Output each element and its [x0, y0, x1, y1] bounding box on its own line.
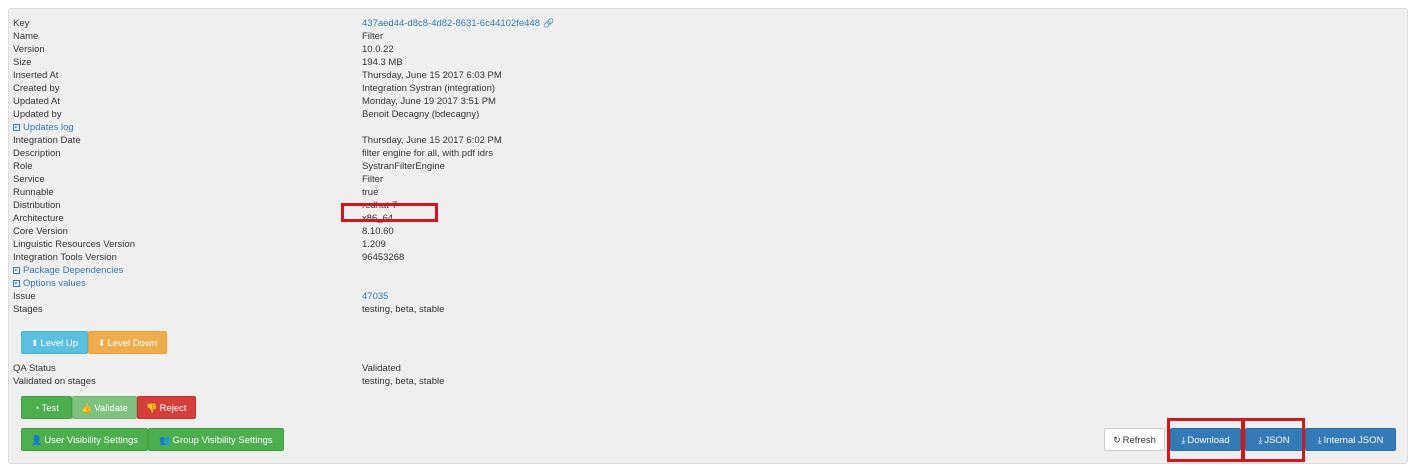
detail-label: Version [13, 44, 45, 55]
detail-label: Name [13, 31, 39, 42]
button-label: Download [1187, 435, 1230, 446]
arrow-down-icon: ⬇ [97, 338, 106, 348]
detail-label: Updated At [13, 96, 61, 107]
detail-label: Issue [13, 291, 36, 302]
internal-json-button[interactable]: ⤓ Internal JSON [1305, 428, 1396, 451]
detail-value: Validated [362, 363, 401, 374]
detail-label: Runnable [13, 187, 54, 198]
button-label: Refresh [1122, 435, 1156, 446]
detail-value: 10.0.22 [362, 44, 394, 55]
download-icon: ⤓ [1181, 435, 1186, 445]
detail-label: Size [13, 57, 32, 68]
detail-label: Key [13, 18, 30, 29]
detail-value: Filter [362, 31, 384, 42]
detail-value: filter engine for all, with pdf idrs [362, 148, 493, 159]
detail-value: Thursday, June 15 2017 6:03 PM [362, 70, 502, 81]
detail-value: redhat-7 [362, 200, 398, 211]
key-link[interactable]: 437aed44-d8c8-4d82-8631-6c44102fe448 🔗 [362, 17, 554, 30]
detail-label: Description [13, 148, 61, 159]
toggle-label[interactable]: Options values [23, 277, 86, 290]
detail-label: Validated on stages [13, 376, 96, 387]
test-button[interactable]: ◔ Test [21, 396, 72, 419]
detail-value: 8.10.60 [362, 226, 394, 237]
json-button[interactable]: ⤓ JSON [1245, 428, 1303, 451]
thumbs-up-icon: 👍 [81, 403, 93, 413]
button-label: User Visibility Settings [44, 435, 139, 446]
detail-label: Core Version [13, 226, 68, 237]
button-label: Test [41, 403, 59, 414]
detail-label: Linguistic Resources Version [13, 239, 135, 250]
issue-link[interactable]: 47035 [362, 290, 388, 303]
user-icon: 👤 [30, 435, 43, 445]
detail-value: 1.209 [362, 239, 386, 250]
detail-label: Stages [13, 304, 43, 315]
expand-icon[interactable] [13, 280, 20, 287]
detail-value: 96453268 [362, 252, 405, 263]
detail-label: Architecture [13, 213, 64, 224]
detail-value: Monday, June 19 2017 3:51 PM [362, 96, 496, 107]
link-icon[interactable]: 🔗 [543, 17, 554, 30]
detail-value: Filter [362, 174, 384, 185]
detail-label: Service [13, 174, 45, 185]
arrow-up-icon: ⬆ [30, 338, 39, 348]
package-details-panel [8, 8, 1408, 464]
detail-label: Distribution [13, 200, 61, 211]
download-icon: ⤓ [1258, 435, 1263, 445]
download-icon: ⤓ [1317, 435, 1322, 445]
user-visibility-settings-button[interactable]: 👤 User Visibility Settings [21, 428, 148, 451]
detail-value: SystranFilterEngine [362, 161, 445, 172]
refresh-button[interactable]: ↻ Refresh [1104, 428, 1165, 451]
detail-label: Created by [13, 83, 60, 94]
detail-label: Integration Tools Version [13, 252, 117, 263]
detail-label: Role [13, 161, 33, 172]
button-label: Level Down [107, 338, 158, 349]
button-label: Level Up [40, 338, 79, 349]
package-dependencies-toggle[interactable]: Package Dependencies [13, 264, 123, 277]
users-icon: 👥 [159, 435, 171, 445]
button-label: Internal JSON [1323, 435, 1384, 446]
detail-value: true [362, 187, 379, 198]
refresh-icon: ↻ [1113, 435, 1121, 445]
detail-label: Integration Date [13, 135, 81, 146]
level-up-button[interactable]: ⬆ Level Up [21, 331, 88, 354]
toggle-label[interactable]: Updates log [23, 121, 74, 134]
detail-label: Updated by [13, 109, 62, 120]
detail-value: testing, beta, stable [362, 304, 445, 315]
toggle-label[interactable]: Package Dependencies [23, 264, 123, 277]
expand-icon[interactable] [13, 124, 20, 131]
button-label: Group Visibility Settings [172, 435, 273, 446]
detail-value: Thursday, June 15 2017 6:02 PM [362, 135, 502, 146]
thumbs-down-icon: 👎 [146, 403, 158, 413]
detail-value: testing, beta, stable [362, 376, 445, 387]
validate-button[interactable]: 👍 Validate [72, 396, 137, 419]
detail-value: x86_64 [362, 213, 394, 224]
expand-icon[interactable] [13, 267, 20, 274]
detail-value: 194.3 MB [362, 57, 403, 68]
detail-value: Benoit Decagny (bdecagny) [362, 109, 480, 120]
detail-label: Inserted At [13, 70, 59, 81]
dashboard-icon: ◔ [34, 403, 40, 413]
reject-button[interactable]: 👎 Reject [137, 396, 196, 419]
key-value[interactable]: 437aed44-d8c8-4d82-8631-6c44102fe448 [362, 18, 540, 29]
group-visibility-settings-button[interactable]: 👥 Group Visibility Settings [148, 428, 284, 451]
button-label: JSON [1264, 435, 1290, 446]
detail-value: Integration Systran (integration) [362, 83, 496, 94]
level-down-button[interactable]: ⬇ Level Down [88, 331, 167, 354]
download-button[interactable]: ⤓ Download [1170, 428, 1241, 451]
detail-label: QA Status [13, 363, 56, 374]
button-label: Reject [159, 403, 187, 414]
updates-log-toggle[interactable]: Updates log [13, 121, 74, 134]
button-label: Validate [94, 403, 128, 414]
options-values-toggle[interactable]: Options values [13, 277, 86, 290]
